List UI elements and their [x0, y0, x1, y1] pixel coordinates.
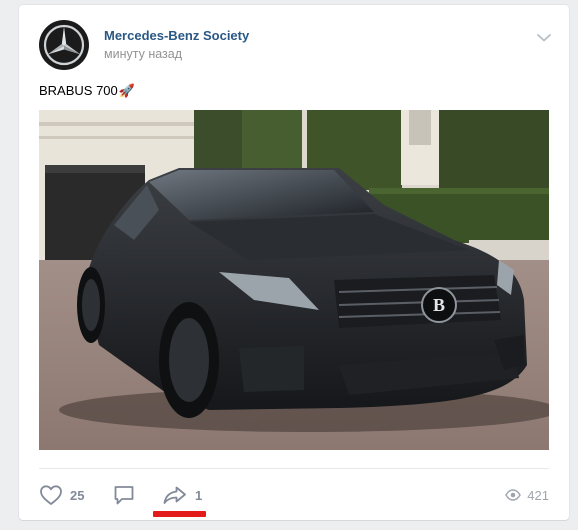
- chevron-down-icon: [537, 34, 551, 42]
- post-time[interactable]: минуту назад: [104, 47, 182, 61]
- author-name[interactable]: Mercedes-Benz Society: [104, 28, 249, 43]
- like-button[interactable]: 25: [39, 483, 84, 507]
- car-photo: B: [39, 110, 549, 450]
- post-menu-button[interactable]: [534, 31, 554, 45]
- post-photo[interactable]: B: [39, 110, 549, 450]
- rocket-emoji: 🚀: [118, 83, 135, 98]
- heart-icon: [40, 485, 62, 505]
- share-icon: [163, 486, 186, 504]
- comment-icon: [114, 486, 134, 505]
- eye-icon: [505, 489, 522, 501]
- like-count: 25: [70, 487, 85, 503]
- mercedes-star-icon: [40, 21, 88, 69]
- actions-divider: [39, 468, 549, 469]
- share-highlight-underline: [153, 511, 206, 517]
- post-text-content: BRABUS 700: [39, 83, 118, 98]
- community-avatar[interactable]: [39, 20, 89, 70]
- views-count: 421: [527, 487, 549, 503]
- post-text: BRABUS 700🚀: [39, 83, 135, 99]
- share-count: 1: [195, 487, 203, 503]
- comment-button[interactable]: [112, 483, 136, 507]
- post-card: Mercedes-Benz Society минуту назад BRABU…: [19, 5, 569, 520]
- share-button[interactable]: 1: [162, 483, 202, 507]
- svg-text:B: B: [433, 295, 445, 315]
- views-counter: 421: [505, 483, 549, 507]
